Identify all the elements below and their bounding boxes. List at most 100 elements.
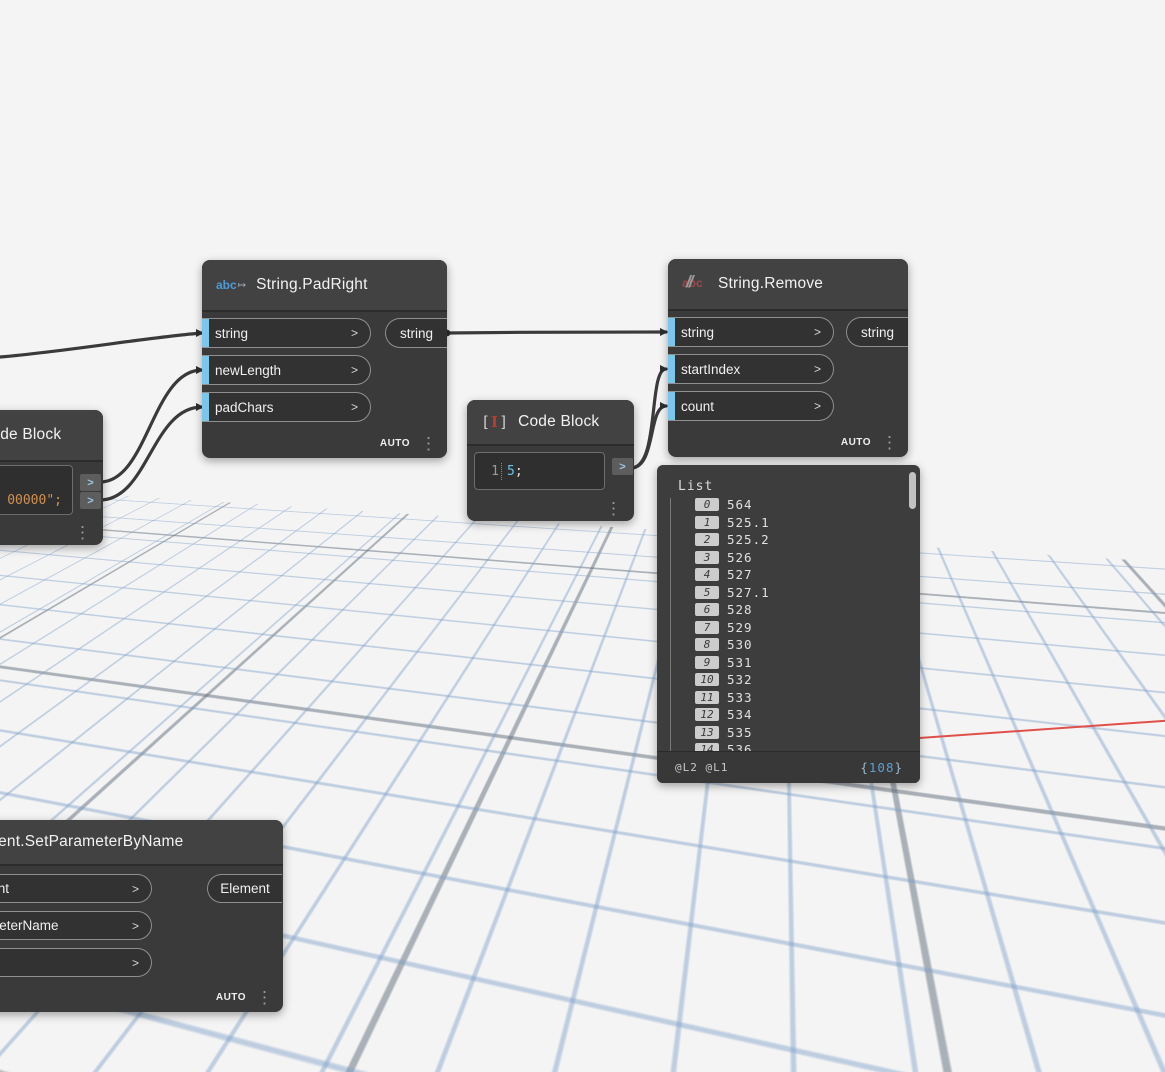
context-menu-icon[interactable]: ⋮	[256, 989, 273, 1006]
wire-codeblockleft-to-newlength[interactable]	[98, 368, 204, 484]
output-port-string[interactable]: string	[385, 318, 447, 348]
list-index-badge: 1	[695, 515, 719, 529]
input-port-element[interactable]: element >	[0, 874, 152, 903]
context-menu-icon[interactable]: ⋮	[420, 435, 437, 452]
list-index-badge: 12	[695, 708, 719, 722]
list-index-badge: 5	[695, 585, 719, 599]
output-port-string[interactable]: string	[846, 317, 908, 347]
input-port-string[interactable]: string >	[668, 317, 834, 347]
list-item-value: 531	[727, 654, 753, 670]
input-port-parametername[interactable]: parameterName >	[0, 911, 152, 940]
wire-codeblockmid-to-startindex[interactable]	[629, 367, 668, 470]
list-index-badge: 2	[695, 533, 719, 547]
list-index-badge: 0	[695, 498, 719, 512]
line-number: 1	[491, 463, 499, 479]
list-rows: 0 564 1 525.1 2 525.2 3 526 4 527 5 527.…	[695, 496, 906, 752]
input-port-startindex[interactable]: startIndex >	[668, 354, 834, 384]
list-item: 9 531	[695, 654, 906, 672]
output-port-2[interactable]: >	[80, 492, 101, 509]
context-menu-icon[interactable]: ⋮	[74, 524, 91, 541]
code-block-icon: [I]	[481, 412, 509, 431]
node-header[interactable]: [I] Code Block	[467, 400, 634, 446]
list-item: 10 532	[695, 671, 906, 689]
list-index-badge: 9	[695, 655, 719, 669]
preview-footer: @L2 @L1 {108}	[657, 751, 920, 783]
list-item-value: 534	[727, 707, 753, 723]
node-header[interactable]: Code Block	[0, 410, 103, 462]
node-string-padright[interactable]: abc ↦ String.PadRight string > newLength …	[202, 260, 447, 458]
wire-padright-to-remove-string[interactable]	[445, 330, 668, 335]
input-port-count[interactable]: count >	[668, 391, 834, 421]
list-item-value: 525.2	[727, 532, 770, 548]
list-item-value: 530	[727, 637, 753, 653]
lacing-mode[interactable]: AUTO	[841, 437, 871, 448]
chevron-right-icon: >	[350, 326, 358, 340]
context-menu-icon[interactable]: ⋮	[605, 500, 622, 517]
list-output-preview[interactable]: List 0 564 1 525.1 2 525.2 3 526 4 527 5…	[657, 465, 920, 783]
output-port[interactable]: >	[612, 458, 633, 475]
input-port-padchars[interactable]: padChars >	[202, 392, 371, 422]
lacing-mode[interactable]: AUTO	[216, 992, 246, 1003]
chevron-right-icon: >	[131, 881, 139, 896]
list-item: 0 564	[695, 496, 906, 514]
context-menu-icon[interactable]: ⋮	[881, 434, 898, 451]
list-item: 12 534	[695, 706, 906, 724]
lacing-levels: @L2 @L1	[675, 761, 729, 774]
node-title: Code Block	[518, 413, 600, 430]
node-header[interactable]: abc// String.Remove	[668, 259, 908, 311]
list-index-badge: 4	[695, 568, 719, 582]
node-string-remove[interactable]: abc// String.Remove string > startIndex …	[668, 259, 908, 457]
list-item-value: 528	[727, 602, 753, 618]
lacing-mode[interactable]: AUTO	[380, 438, 410, 449]
port-accent	[202, 319, 209, 347]
port-accent	[202, 393, 209, 421]
string-remove-icon: abc//	[682, 272, 703, 291]
string-pad-icon: abc ↦	[216, 278, 247, 292]
list-item-value: 527.1	[727, 584, 770, 600]
node-title: Code Block	[0, 426, 62, 443]
scrollbar-thumb[interactable]	[909, 472, 916, 509]
text-cursor	[501, 462, 502, 480]
node-header[interactable]: Element.SetParameterByName	[0, 820, 283, 866]
list-item: 1 525.1	[695, 514, 906, 532]
list-label: List	[678, 479, 714, 494]
output-port-1[interactable]: >	[80, 474, 101, 491]
node-element-setparameterbyname[interactable]: Element.SetParameterByName element > par…	[0, 820, 283, 1012]
list-item: 6 528	[695, 601, 906, 619]
item-count: {108}	[860, 760, 903, 775]
chevron-right-icon: >	[813, 325, 821, 339]
list-item-value: 527	[727, 567, 753, 583]
port-accent	[668, 392, 675, 420]
list-item: 2 525.2	[695, 531, 906, 549]
dynamo-canvas[interactable]: abc ↦ String.PadRight string > newLength …	[0, 0, 1165, 1072]
input-port-string[interactable]: string >	[202, 318, 371, 348]
chevron-right-icon: >	[131, 955, 139, 970]
list-item-value: 535	[727, 724, 753, 740]
code-editor[interactable]: 1 5 ;	[474, 452, 605, 490]
output-port-element[interactable]: Element	[207, 874, 282, 903]
list-item-value: 526	[727, 549, 753, 565]
list-item: 3 526	[695, 549, 906, 567]
list-index-badge: 10	[695, 673, 719, 687]
port-accent	[668, 355, 675, 383]
list-index-badge: 11	[695, 690, 719, 704]
list-item-value: 564	[727, 497, 753, 513]
input-port-newlength[interactable]: newLength >	[202, 355, 371, 385]
node-title: String.PadRight	[256, 276, 368, 293]
node-header[interactable]: abc ↦ String.PadRight	[202, 260, 447, 312]
list-index-badge: 6	[695, 603, 719, 617]
wire-to-padright-string[interactable]	[0, 331, 204, 359]
list-item-value: 529	[727, 619, 753, 635]
list-index-badge: 13	[695, 725, 719, 739]
node-code-block-left[interactable]: Code Block 00000"; > > ⋮	[0, 410, 103, 545]
chevron-right-icon: >	[131, 918, 139, 933]
chevron-right-icon: >	[350, 400, 358, 414]
input-port-value[interactable]: value >	[0, 948, 152, 977]
list-tree-line	[670, 498, 671, 752]
list-item: 13 535	[695, 724, 906, 742]
list-item: 11 533	[695, 689, 906, 707]
node-code-block[interactable]: [I] Code Block 1 5 ; > ⋮	[467, 400, 634, 521]
list-item-value: 525.1	[727, 514, 770, 530]
code-editor[interactable]: 00000";	[0, 465, 73, 515]
node-title: Element.SetParameterByName	[0, 833, 184, 850]
